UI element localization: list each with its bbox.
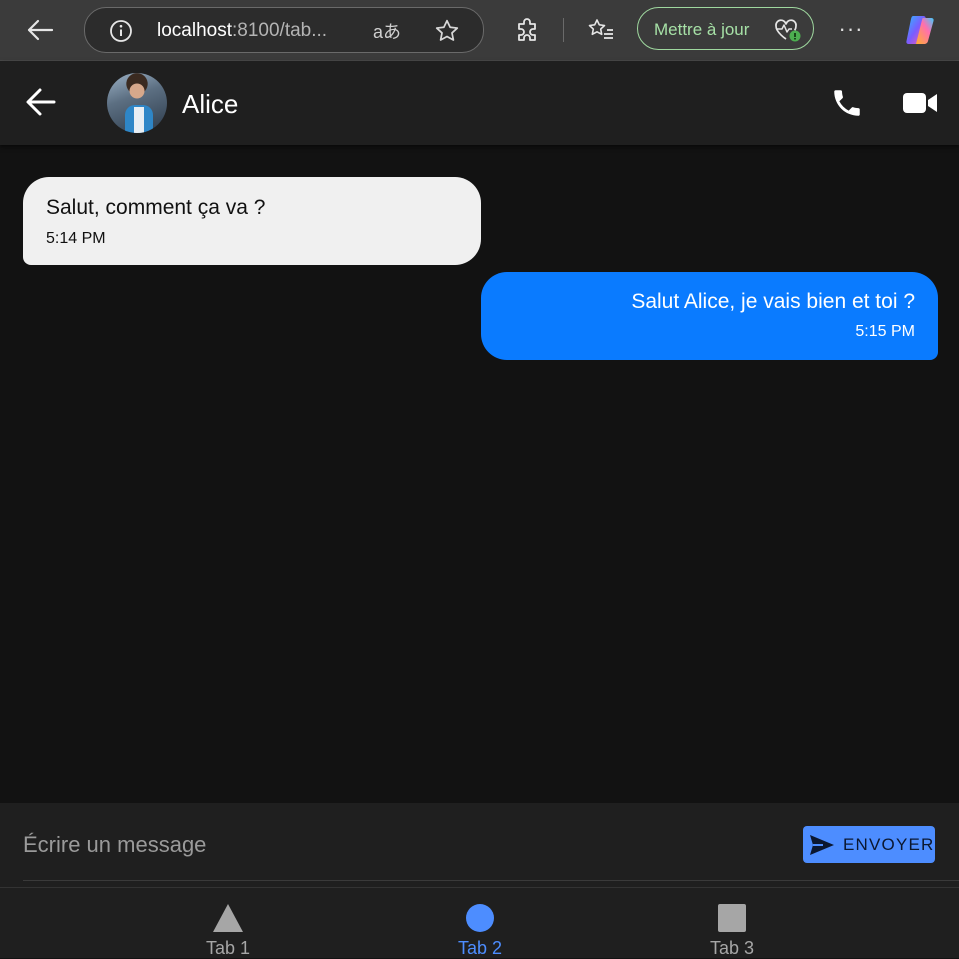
message-list: Salut, comment ça va ? 5:14 PM Salut Ali…: [0, 145, 959, 803]
avatar-shirt: [134, 107, 144, 133]
url-text[interactable]: localhost:8100/tab...: [157, 20, 327, 42]
tab-1[interactable]: Tab 1: [168, 888, 288, 958]
composer-divider: [23, 880, 959, 881]
phone-call-icon[interactable]: [830, 86, 864, 125]
tab-bar: Tab 1 Tab 2 Tab 3: [0, 887, 959, 958]
tab-label: Tab 2: [457, 938, 503, 958]
extensions-button[interactable]: [512, 12, 542, 48]
tab-3[interactable]: Tab 3: [672, 888, 792, 958]
circle-icon: [466, 904, 494, 932]
arrow-left-icon: [26, 88, 56, 116]
update-label: Mettre à jour: [654, 20, 750, 39]
update-browser-button[interactable]: Mettre à jour: [637, 7, 814, 50]
url-path: :8100/tab...: [232, 20, 328, 41]
url-host: localhost: [157, 20, 232, 41]
send-button[interactable]: ENVOYER: [803, 826, 935, 863]
contact-avatar[interactable]: [107, 73, 167, 133]
tab-label: Tab 1: [205, 938, 251, 958]
message-time: 5:14 PM: [46, 230, 106, 247]
message-time: 5:15 PM: [855, 323, 915, 340]
health-heart-icon: [773, 17, 803, 48]
favorites-list-icon: [588, 19, 613, 39]
favorites-button[interactable]: [586, 12, 616, 48]
message-input[interactable]: [23, 825, 763, 865]
more-options-icon[interactable]: ···: [836, 14, 866, 44]
address-bar[interactable]: localhost:8100/tab... aあ: [84, 7, 484, 53]
browser-back-button[interactable]: [22, 12, 58, 48]
contact-name: Alice: [182, 89, 239, 119]
site-info-icon[interactable]: [109, 19, 133, 48]
toolbar-divider: [563, 18, 564, 42]
favorite-star-icon[interactable]: [434, 18, 460, 49]
send-icon: [810, 834, 834, 855]
copilot-icon[interactable]: [902, 11, 940, 49]
tab-2[interactable]: Tab 2: [420, 888, 540, 958]
send-label: ENVOYER: [843, 834, 935, 854]
square-icon: [718, 904, 746, 932]
message-text: Salut, comment ça va ?: [46, 196, 266, 219]
message-bubble-incoming: Salut, comment ça va ? 5:14 PM: [23, 177, 481, 265]
chat-header: Alice: [0, 61, 959, 145]
arrow-left-icon: [27, 19, 54, 41]
browser-toolbar: localhost:8100/tab... aあ Mettre à jour ·…: [0, 0, 959, 61]
video-call-icon[interactable]: [902, 89, 938, 122]
message-composer: ENVOYER: [0, 803, 959, 887]
chat-back-button[interactable]: [24, 85, 58, 119]
triangle-icon: [213, 904, 243, 932]
puzzle-icon: [518, 18, 536, 41]
message-bubble-outgoing: Salut Alice, je vais bien et toi ? 5:15 …: [481, 272, 938, 360]
translate-icon[interactable]: aあ: [373, 18, 401, 44]
message-text: Salut Alice, je vais bien et toi ?: [631, 290, 915, 313]
tab-label: Tab 3: [709, 938, 755, 958]
